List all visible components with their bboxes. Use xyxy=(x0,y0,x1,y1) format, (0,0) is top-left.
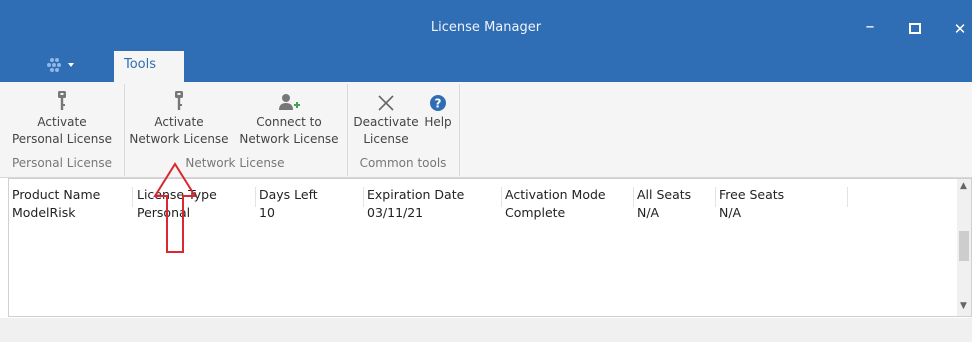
cell-all-seats: N/A xyxy=(637,205,660,220)
key-icon xyxy=(175,91,183,110)
column-header-expiration-date[interactable]: Expiration Date xyxy=(367,187,464,202)
column-divider xyxy=(847,187,848,207)
cell-free-seats: N/A xyxy=(719,205,742,220)
tab-tools[interactable]: Tools xyxy=(114,51,184,82)
button-label-line2: Network License xyxy=(239,132,339,146)
button-label-line1: Activate xyxy=(154,115,204,129)
vertical-scrollbar[interactable]: ▲ ▼ xyxy=(957,179,971,316)
group-label-common-tools: Common tools xyxy=(359,156,447,170)
button-label-line1: Deactivate xyxy=(353,115,419,129)
help-button[interactable]: ? Help xyxy=(420,88,456,131)
button-label-line1: Help xyxy=(424,115,452,129)
title-bar: License Manager – ✕ xyxy=(0,0,972,42)
svg-text:?: ? xyxy=(435,97,442,111)
activate-personal-license-button[interactable]: Activate Personal License xyxy=(8,88,116,148)
button-label-line1: Connect to xyxy=(256,115,322,129)
column-divider xyxy=(715,187,716,207)
ribbon: Activate Personal License Activate Netwo… xyxy=(0,82,972,178)
column-divider xyxy=(501,187,502,207)
column-header-activation-mode[interactable]: Activation Mode xyxy=(505,187,606,202)
group-separator xyxy=(459,84,460,176)
add-user-icon xyxy=(279,94,300,110)
column-header-product-name[interactable]: Product Name xyxy=(12,187,100,202)
column-divider xyxy=(255,187,256,207)
scroll-down-icon[interactable]: ▼ xyxy=(960,301,967,311)
status-bar xyxy=(0,318,972,342)
deactivate-license-button[interactable]: Deactivate License xyxy=(352,88,420,148)
window-title: License Manager xyxy=(430,20,542,35)
button-label-line2: Network License xyxy=(129,132,229,146)
column-divider xyxy=(132,187,133,207)
annotation-arrow-icon xyxy=(153,162,197,253)
key-icon xyxy=(58,91,66,110)
app-menu-button[interactable] xyxy=(40,54,96,76)
cell-activation-mode: Complete xyxy=(505,205,566,220)
column-header-days-left[interactable]: Days Left xyxy=(259,187,318,202)
activate-network-license-button[interactable]: Activate Network License xyxy=(126,88,232,148)
maximize-icon xyxy=(909,23,921,34)
app-logo-icon xyxy=(47,58,74,72)
column-header-free-seats[interactable]: Free Seats xyxy=(719,187,784,202)
scroll-up-icon[interactable]: ▲ xyxy=(960,181,967,191)
column-header-all-seats[interactable]: All Seats xyxy=(637,187,691,202)
close-button[interactable]: ✕ xyxy=(946,18,972,40)
column-divider xyxy=(633,187,634,207)
button-label-line2: License xyxy=(363,132,409,146)
dropdown-arrow-icon xyxy=(68,63,74,67)
connect-to-network-license-button[interactable]: Connect to Network License xyxy=(232,88,346,148)
cell-days-left: 10 xyxy=(259,205,275,220)
button-label-line2: Personal License xyxy=(11,132,113,146)
cell-expiration-date: 03/11/21 xyxy=(367,205,424,220)
maximize-button[interactable] xyxy=(901,18,929,40)
button-label-line1: Activate xyxy=(37,115,87,129)
scroll-thumb[interactable] xyxy=(959,231,969,261)
ribbon-tab-strip: Tools xyxy=(0,42,972,82)
column-divider xyxy=(363,187,364,207)
cell-product-name: ModelRisk xyxy=(12,205,76,220)
x-icon xyxy=(378,95,394,111)
group-label-personal-license: Personal License xyxy=(11,156,113,170)
minimize-button[interactable]: – xyxy=(856,18,884,40)
help-icon: ? xyxy=(430,95,446,111)
